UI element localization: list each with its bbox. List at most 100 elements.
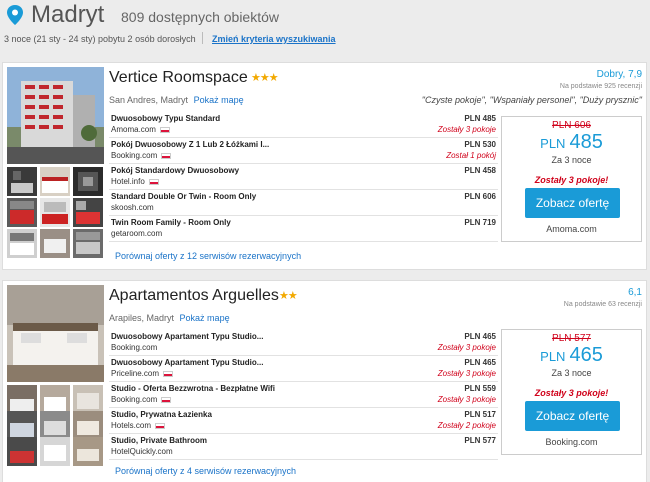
divider [202, 32, 203, 44]
thumbnail[interactable] [73, 229, 103, 258]
flag-icon [161, 396, 172, 403]
thumbnail[interactable] [40, 385, 70, 414]
offer-row[interactable]: Standard Double Or Twin - Room Only skoo… [109, 190, 498, 216]
hotel-card: Vertice Roomspace ★★★ San Andres, Madryt… [2, 62, 647, 270]
price-value: 465 [569, 344, 603, 366]
show-map-link[interactable]: Pokaż mapę [194, 95, 244, 105]
thumbnail[interactable] [40, 411, 70, 440]
thumbnail[interactable] [7, 167, 37, 196]
offer-row[interactable]: Pokój Standardowy Dwuosobowy Hotel.info … [109, 164, 498, 190]
offer-row[interactable]: Studio, Private Bathroom HotelQuickly.co… [109, 434, 498, 460]
site-name: HotelQuickly.com [111, 447, 173, 456]
offer-price: PLN 485 [464, 114, 496, 123]
thumbnail[interactable] [7, 385, 37, 414]
site-name: Booking.com [111, 151, 172, 160]
current-price: PLN 465 [502, 344, 641, 367]
offer-price: PLN 606 [464, 192, 496, 201]
site-name: Booking.com [111, 343, 158, 352]
compare-offers-link[interactable]: Porównaj oferty z 12 serwisów rezerwacyj… [115, 251, 301, 261]
review-count: Na podstawie 925 recenzji [559, 83, 642, 90]
star-icon: ★★★ [251, 72, 279, 84]
room-name: Studio - Oferta Bezzwrotna - Bezpłatne W… [111, 384, 275, 393]
old-price: PLN 577 [552, 333, 591, 344]
site-name: skoosh.com [111, 203, 154, 212]
thumbnail[interactable] [40, 167, 70, 196]
view-offer-button[interactable]: Zobacz ofertę [525, 188, 620, 218]
hotel-main-photo[interactable] [7, 67, 104, 164]
currency: PLN [540, 349, 566, 364]
location-pin-icon [7, 5, 23, 25]
results-count: 809 dostępnych obiektów [121, 9, 279, 25]
hotel-main-photo[interactable] [7, 285, 104, 382]
rooms-left: Zostały 3 pokoje! [534, 388, 609, 398]
availability-note: Został 1 pokój [446, 151, 496, 160]
room-name: Pokój Standardowy Dwuosobowy [111, 166, 240, 175]
room-name: Studio, Private Bathroom [111, 436, 208, 445]
offer-row[interactable]: Dwuosobowy Apartament Typu Studio... Pri… [109, 356, 498, 382]
search-header: Madryt 809 dostępnych obiektów 3 noce (2… [0, 0, 650, 58]
offer-row[interactable]: Studio, Prywatna Łazienka Hotels.com PLN… [109, 408, 498, 434]
offer-price: PLN 577 [464, 436, 496, 445]
currency: PLN [540, 136, 566, 151]
flag-icon [155, 422, 166, 429]
price-box: PLN 606 PLN 485 Za 3 noce Zostały 3 pokoj… [501, 116, 642, 242]
flag-icon [159, 126, 170, 133]
thumbnail[interactable] [40, 437, 70, 466]
availability-note: Zostały 3 pokoje [437, 369, 496, 378]
price-box: PLN 577 PLN 465 Za 3 noce Zostały 3 pokoj… [501, 329, 642, 455]
nights-label: Za 3 noce [551, 368, 592, 378]
room-name: Standard Double Or Twin - Room Only [111, 192, 257, 201]
offer-row[interactable]: Studio - Oferta Bezzwrotna - Bezpłatne W… [109, 382, 498, 408]
rating-label: 6,1 [628, 287, 642, 298]
rating-label: Dobry, 7,9 [596, 69, 642, 80]
offer-price: PLN 465 [464, 332, 496, 341]
thumbnail[interactable] [7, 437, 37, 466]
offers-list: Dwuosobowy Typu Standard Amoma.com PLN 4… [109, 112, 498, 242]
offer-price: PLN 559 [464, 384, 496, 393]
review-highlights: "Czyste pokoje", "Wspaniały personel", "… [421, 95, 642, 105]
availability-note: Zostały 3 pokoje [437, 125, 496, 134]
room-name: Dwuosobowy Typu Standard [111, 114, 221, 123]
thumbnail[interactable] [7, 411, 37, 440]
thumbnail[interactable] [73, 385, 103, 414]
current-price: PLN 485 [502, 131, 641, 154]
old-price: PLN 606 [552, 120, 591, 131]
availability-note: Zostały 2 pokoje [437, 421, 496, 430]
hotel-name[interactable]: Vertice Roomspace [109, 69, 248, 87]
city-title: Madryt [31, 1, 105, 28]
change-criteria-link[interactable]: Zmień kryteria wyszukiwania [212, 34, 336, 44]
offer-row[interactable]: Dwuosobowy Typu Standard Amoma.com PLN 4… [109, 112, 498, 138]
availability-note: Zostały 3 pokoje [437, 395, 496, 404]
availability-note: Zostały 3 pokoje [437, 343, 496, 352]
offer-row[interactable]: Pokój Dwuosobowy Z 1 Lub 2 Łóżkami I... … [109, 138, 498, 164]
site-name: getaroom.com [111, 229, 163, 238]
thumbnail[interactable] [7, 198, 37, 227]
flag-icon [163, 370, 174, 377]
thumbnail[interactable] [40, 229, 70, 258]
offer-row[interactable]: Dwuosobowy Apartament Typu Studio... Boo… [109, 330, 498, 356]
compare-offers-link[interactable]: Porównaj oferty z 4 serwisów rezerwacyjn… [115, 466, 296, 476]
view-offer-button[interactable]: Zobacz ofertę [525, 401, 620, 431]
offer-row[interactable]: Twin Room Family - Room Only getaroom.co… [109, 216, 498, 242]
thumbnail[interactable] [7, 229, 37, 258]
hotel-name[interactable]: Apartamentos Arguelles [109, 287, 279, 305]
flag-icon [148, 178, 159, 185]
thumbnail[interactable] [40, 198, 70, 227]
offer-price: PLN 517 [464, 410, 496, 419]
offer-price: PLN 719 [464, 218, 496, 227]
offers-list: Dwuosobowy Apartament Typu Studio... Boo… [109, 330, 498, 460]
site-name: Amoma.com [111, 125, 170, 134]
review-count: Na podstawie 63 recenzji [563, 301, 642, 308]
flag-icon [161, 152, 172, 159]
thumbnail[interactable] [73, 411, 103, 440]
offer-price: PLN 458 [464, 166, 496, 175]
hotel-card: Apartamentos Arguelles ★★ Arapiles, Madr… [2, 280, 647, 482]
thumbnail[interactable] [73, 167, 103, 196]
address-text: Arapiles, Madryt [109, 313, 175, 323]
nights-label: Za 3 noce [551, 155, 592, 165]
thumbnail[interactable] [73, 437, 103, 466]
thumbnail[interactable] [73, 198, 103, 227]
offer-price: PLN 465 [464, 358, 496, 367]
show-map-link[interactable]: Pokaż mapę [180, 313, 230, 323]
site-name: Priceline.com [111, 369, 174, 378]
